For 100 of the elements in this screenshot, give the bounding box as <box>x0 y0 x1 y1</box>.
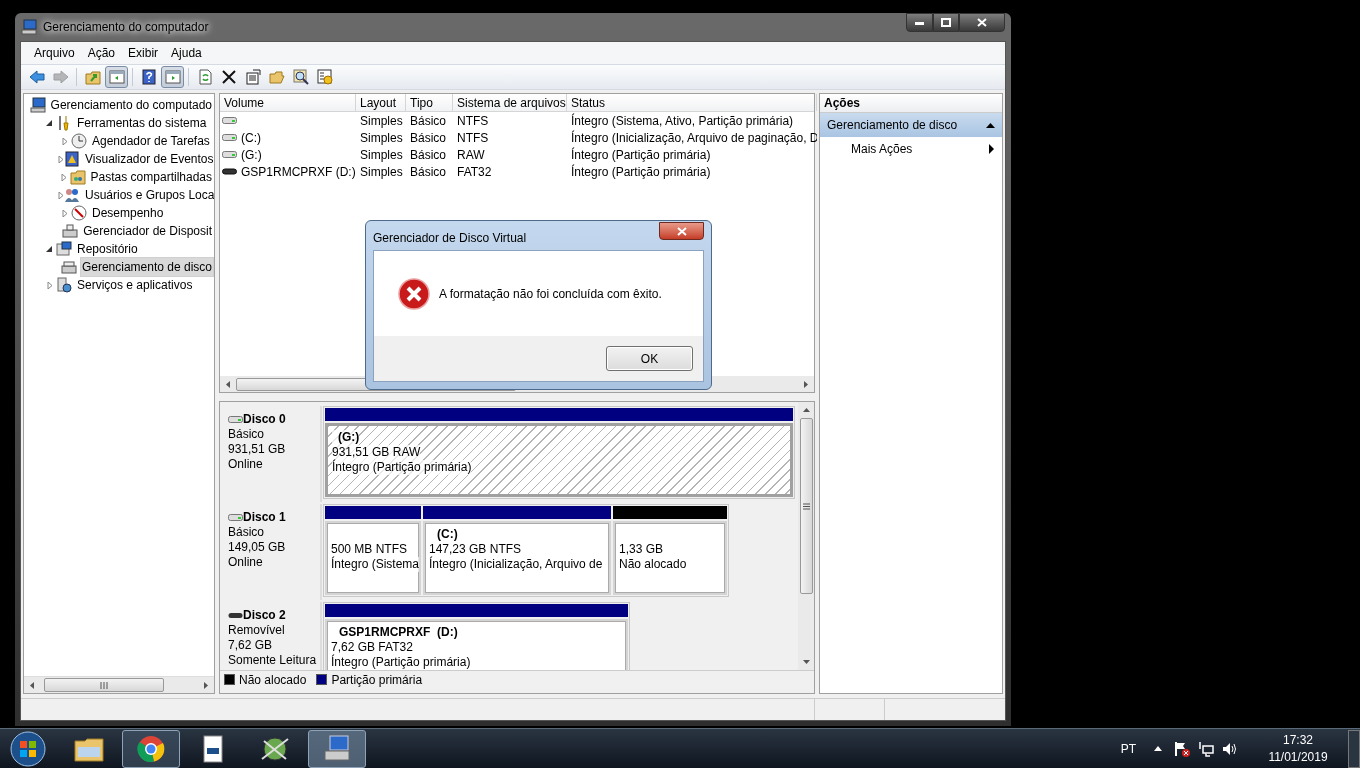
tree-item[interactable]: Visualizador de Eventos <box>83 149 214 169</box>
column-header[interactable]: Sistema de arquivos <box>453 94 567 111</box>
close-button[interactable] <box>659 222 704 240</box>
back-arrow-icon <box>28 69 45 85</box>
action-item[interactable]: Mais Ações <box>820 137 1002 161</box>
taskbar-app[interactable] <box>308 729 366 768</box>
storage-icon <box>56 241 72 257</box>
tree-item[interactable]: Repositório <box>75 239 140 259</box>
gauge-icon <box>71 205 87 221</box>
disk-size: 931,51 GB <box>228 442 287 457</box>
scroll-thumb[interactable] <box>799 418 813 594</box>
menu-item[interactable]: Arquivo <box>29 43 80 63</box>
up-folder-icon <box>84 69 101 85</box>
collapse-icon[interactable] <box>986 122 995 128</box>
drive-icon <box>228 513 243 522</box>
table-cell-text: Íntegro (Partição primária) <box>571 163 711 181</box>
partition-size: 931,51 GB RAW <box>332 445 421 460</box>
tree-item[interactable]: Gerenciamento de disco <box>79 257 214 277</box>
action-label: Mais Ações <box>851 141 913 158</box>
disk-status: Online <box>228 555 264 570</box>
help-icon <box>140 69 157 85</box>
disk-size: 149,05 GB <box>228 540 287 555</box>
event-log-icon <box>64 151 80 167</box>
disk-name: Disco 0 <box>243 412 286 427</box>
collapsed-arrow-icon[interactable] <box>46 281 53 289</box>
collapsed-arrow-icon[interactable] <box>58 191 64 199</box>
partition-box[interactable]: 500 MB NTFS Íntegro (Sistema <box>325 521 421 595</box>
table-cell-text: (C:) <box>241 129 261 147</box>
partition-label: (G:) <box>332 430 360 445</box>
tree-item[interactable]: Ferramentas do sistema <box>75 113 209 133</box>
clock[interactable]: 17:32 11/01/2019 <box>1260 731 1336 766</box>
flag-icon[interactable] <box>1174 740 1190 757</box>
disk-status: Online <box>228 457 264 472</box>
partition-status: Íntegro (Partição primária) <box>331 655 471 670</box>
scroll-thumb[interactable] <box>44 678 164 692</box>
column-header[interactable]: Volume <box>220 94 356 111</box>
show-desktop-button[interactable] <box>1348 729 1360 768</box>
table-cell-text: Básico <box>410 163 447 181</box>
column-header[interactable]: Layout <box>356 94 406 111</box>
show-hidden-icons-icon[interactable] <box>1154 746 1162 751</box>
column-header[interactable]: Tipo <box>406 94 453 111</box>
clock-icon <box>71 133 87 149</box>
partition-status: Íntegro (Partição primária) <box>332 460 472 475</box>
vertical-scrollbar[interactable] <box>798 402 814 670</box>
close-icon <box>977 18 987 27</box>
clock-date: 11/01/2019 <box>1268 748 1328 766</box>
network-icon[interactable] <box>1198 740 1214 757</box>
column-header[interactable]: Status <box>567 94 817 111</box>
tools-icon <box>56 115 72 131</box>
collapsed-arrow-icon[interactable] <box>61 209 68 217</box>
close-button[interactable] <box>959 13 1005 32</box>
partition-box[interactable]: 1,33 GB Não alocado <box>613 521 727 595</box>
maximize-button[interactable] <box>933 13 959 32</box>
clock-time: 17:32 <box>1283 731 1313 749</box>
tree-item[interactable]: Agendador de Tarefas <box>90 131 212 151</box>
partition-size: 1,33 GB <box>619 542 664 557</box>
table-cell-text: NTFS <box>457 112 489 130</box>
partition-box[interactable]: (C:) 147,23 GB NTFS Íntegro (Inicialização, Arquivo de <box>423 521 611 595</box>
tree-item[interactable]: Desempenho <box>90 203 166 223</box>
pane-toggle-icon <box>164 69 181 85</box>
delete-icon <box>220 69 237 85</box>
table-cell-text: FAT32 <box>457 163 492 181</box>
collapsed-arrow-icon[interactable] <box>60 173 67 181</box>
horizontal-scrollbar[interactable] <box>24 676 214 693</box>
tree-item[interactable]: Gerenciador de Disposit <box>81 221 214 241</box>
ok-button[interactable]: OK <box>606 346 693 371</box>
collapsed-arrow-icon[interactable] <box>58 155 64 163</box>
menu-item[interactable]: Exibir <box>123 43 164 63</box>
table-cell-text: Simples <box>360 129 403 147</box>
tree-item[interactable]: Usuários e Grupos Loca <box>83 185 214 205</box>
language-indicator[interactable]: PT <box>1120 739 1136 758</box>
menu-item[interactable]: Ajuda <box>166 43 207 63</box>
users-icon <box>64 187 80 203</box>
pane-toggle-icon <box>108 69 125 85</box>
actions-header: Ações <box>820 94 1002 113</box>
minimize-icon <box>914 20 925 25</box>
taskbar-app[interactable] <box>122 729 180 768</box>
disk-name: Disco 2 <box>243 608 286 623</box>
partition-status: Íntegro (Inicialização, Arquivo de <box>429 557 603 572</box>
forward-arrow-icon <box>52 69 69 85</box>
minimize-button[interactable] <box>906 13 933 32</box>
expanded-arrow-icon[interactable] <box>46 245 53 253</box>
table-cell-text: Simples <box>360 163 403 181</box>
menu-item[interactable]: Ação <box>82 43 121 63</box>
tree-item[interactable]: Serviços e aplicativos <box>75 275 195 295</box>
expanded-arrow-icon[interactable] <box>46 119 53 127</box>
table-cell-text: Básico <box>410 146 447 164</box>
tree-item[interactable]: Gerenciamento do computado <box>48 95 214 115</box>
drive-icon <box>222 150 237 159</box>
partition-size: 147,23 GB NTFS <box>429 542 522 557</box>
submenu-arrow-icon <box>989 144 994 154</box>
collapsed-arrow-icon[interactable] <box>61 137 68 145</box>
actions-section-header[interactable]: Gerenciamento de disco <box>820 113 1002 137</box>
tree-item[interactable]: Pastas compartilhadas <box>88 167 214 187</box>
computer-icon <box>21 19 37 35</box>
table-cell-text: Simples <box>360 112 403 130</box>
start-button[interactable] <box>8 728 48 768</box>
partition-box[interactable]: GSP1RMCPRXF (D:) 7,62 GB FAT32 Íntegro (Partição primária) <box>325 619 628 670</box>
disk-type: Básico <box>228 427 266 442</box>
partition-box[interactable]: (G:) 931,51 GB RAW Íntegro (Partição primária) <box>325 423 793 497</box>
